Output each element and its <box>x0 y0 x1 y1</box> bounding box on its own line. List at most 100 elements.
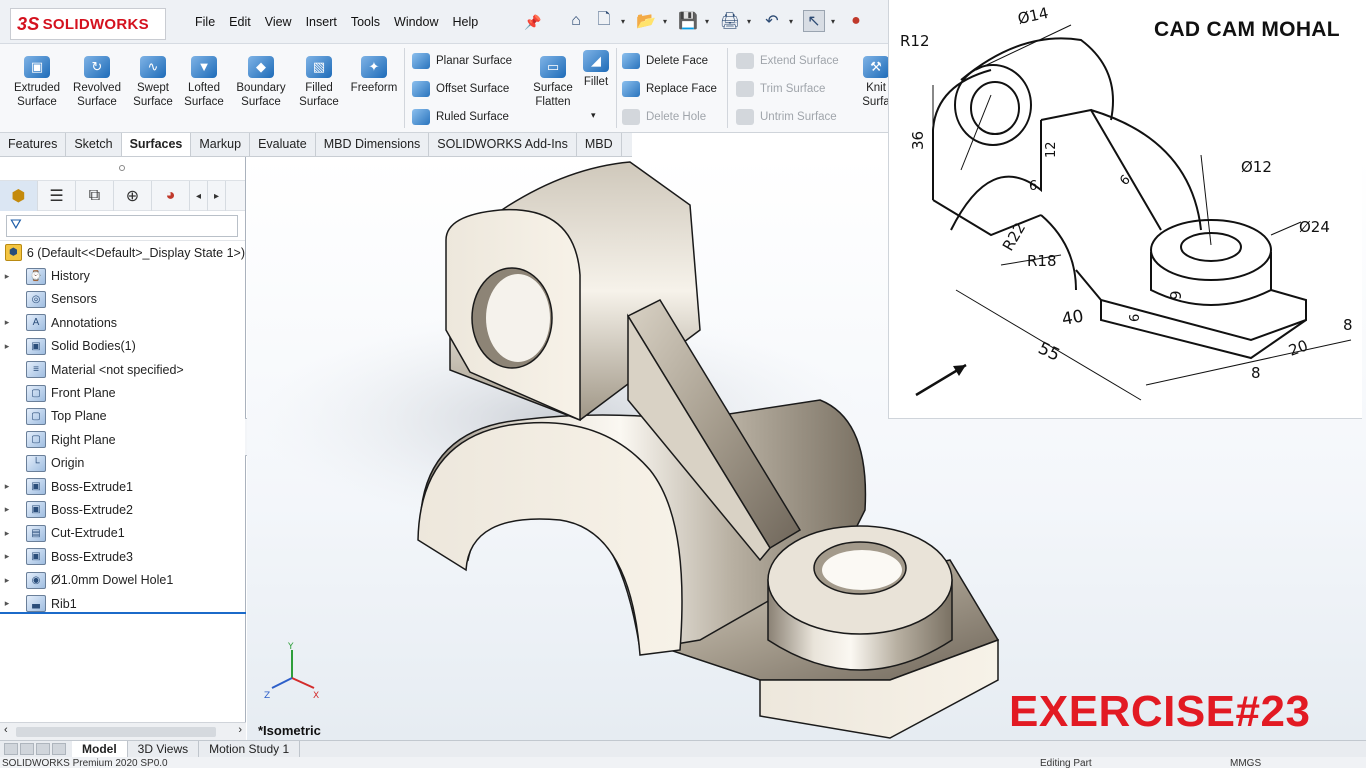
undo-icon[interactable]: ↶ <box>761 10 783 32</box>
reference-triad[interactable]: Y X Z <box>264 640 328 704</box>
fillet-button[interactable]: ◢ Fillet <box>572 50 620 89</box>
tab-surfaces[interactable]: Surfaces <box>121 133 192 156</box>
tree-item-top-plane[interactable]: ▢ Top Plane <box>0 405 245 428</box>
last-tab-icon[interactable] <box>52 743 66 755</box>
menu-view[interactable]: View <box>258 15 299 29</box>
panel-divider <box>0 612 246 614</box>
chevron-down-icon[interactable]: ▾ <box>621 17 629 26</box>
extend-surface-button[interactable]: Extend Surface <box>736 53 839 69</box>
menu-edit[interactable]: Edit <box>222 15 258 29</box>
replace-face-button[interactable]: Replace Face <box>622 81 717 97</box>
menu-help[interactable]: Help <box>446 15 486 29</box>
expand-arrow-icon[interactable]: ▸ <box>0 317 14 328</box>
scroll-right-icon[interactable]: › <box>238 724 242 736</box>
expand-arrow-icon[interactable]: ▸ <box>0 598 14 609</box>
status-units[interactable]: MMGS <box>1230 758 1261 768</box>
tree-item-label: Sensors <box>51 292 97 307</box>
filled-surface-button[interactable]: ▧ Filled Surface <box>290 56 348 109</box>
filter-input[interactable]: ⛛ <box>6 215 238 237</box>
chevron-down-icon[interactable]: ▾ <box>663 17 671 26</box>
tree-item-boss-extrude1[interactable]: ▸ ▣ Boss-Extrude1 <box>0 475 245 498</box>
expand-arrow-icon[interactable]: ▸ <box>0 504 14 515</box>
extruded-surface-button[interactable]: ▣ Extruded Surface <box>8 56 66 109</box>
tab-evaluate[interactable]: Evaluate <box>250 133 316 156</box>
tab-mbd[interactable]: MBD <box>577 133 622 156</box>
freeform-button[interactable]: ✦ Freeform <box>345 56 403 95</box>
tree-item-origin[interactable]: └ Origin <box>0 452 245 475</box>
tree-item-label: Ø1.0mm Dowel Hole1 <box>51 573 174 588</box>
tree-item-solid-bodies-1[interactable]: ▸ ▣ Solid Bodies(1) <box>0 335 245 358</box>
first-tab-icon[interactable] <box>4 743 18 755</box>
open-folder-icon[interactable]: 📂 <box>635 10 657 32</box>
configuration-manager-tab-icon[interactable]: ⧉ <box>76 181 114 211</box>
tree-item-annotations[interactable]: ▸ A Annotations <box>0 311 245 334</box>
tree-item-label: Solid Bodies(1) <box>51 339 136 354</box>
swept-surface-button[interactable]: ∿ Swept Surface <box>124 56 182 109</box>
tree-item-cut-extrude1[interactable]: ▸ ▤ Cut-Extrude1 <box>0 522 245 545</box>
property-manager-tab-icon[interactable]: ☰ <box>38 181 76 211</box>
next-tab-icon[interactable] <box>36 743 50 755</box>
select-arrow-icon[interactable]: ↖ <box>803 10 825 32</box>
pin-icon[interactable]: 📌 <box>524 14 541 31</box>
menu-file[interactable]: File <box>188 15 222 29</box>
tab-features[interactable]: Features <box>0 133 67 156</box>
tree-root-part[interactable]: ⬢ 6 (Default<<Default>_Display State 1>) <box>0 241 245 264</box>
chevron-down-icon[interactable]: ▾ <box>705 17 713 26</box>
feature-filter: ⛛ <box>0 211 245 241</box>
menu-window[interactable]: Window <box>387 15 445 29</box>
tab-mbd-dimensions[interactable]: MBD Dimensions <box>316 133 430 156</box>
scrollbar-thumb[interactable] <box>16 727 216 737</box>
untrim-surface-button[interactable]: Untrim Surface <box>736 109 837 125</box>
tree-item-material-not-specified[interactable]: ≡ Material <not specified> <box>0 358 245 381</box>
fillet-chevron-down-icon[interactable]: ▾ <box>591 110 596 121</box>
solidworks-logo[interactable]: 3S SOLIDWORKS <box>10 8 166 40</box>
horizontal-scrollbar[interactable]: ‹ › <box>0 722 246 740</box>
display-manager-tab-icon[interactable]: ◕ <box>152 181 190 211</box>
menu-insert[interactable]: Insert <box>299 15 344 29</box>
save-icon[interactable]: 💾 <box>677 10 699 32</box>
lofted-surface-button[interactable]: ▼ Lofted Surface <box>175 56 233 109</box>
chevron-down-icon[interactable]: ▾ <box>789 17 797 26</box>
trim-surface-button[interactable]: Trim Surface <box>736 81 825 97</box>
tab-motion-study-1[interactable]: Motion Study 1 <box>199 741 301 757</box>
expand-arrow-icon[interactable]: ▸ <box>0 528 14 539</box>
feature-manager-tab-icon[interactable]: ⬢ <box>0 181 38 211</box>
expand-arrow-icon[interactable]: ▸ <box>0 481 14 492</box>
expand-arrow-icon[interactable]: ▸ <box>0 551 14 562</box>
traffic-light-icon[interactable]: ● <box>845 10 867 32</box>
new-document-icon[interactable]: 🗋 <box>593 10 615 32</box>
tab-markup[interactable]: Markup <box>191 133 251 156</box>
tab-3d-views[interactable]: 3D Views <box>128 741 200 757</box>
tabs-scroll-right-icon[interactable]: ▸ <box>208 181 226 211</box>
menu-tools[interactable]: Tools <box>344 15 387 29</box>
tree-item-front-plane[interactable]: ▢ Front Plane <box>0 381 245 404</box>
tab-model[interactable]: Model <box>72 741 128 757</box>
expand-arrow-icon[interactable]: ▸ <box>0 271 14 282</box>
tabs-scroll-left-icon[interactable]: ◂ <box>190 181 208 211</box>
ruled-surface-button[interactable]: Ruled Surface <box>412 109 509 125</box>
tree-item-boss-extrude3[interactable]: ▸ ▣ Boss-Extrude3 <box>0 545 245 568</box>
tree-item-boss-extrude2[interactable]: ▸ ▣ Boss-Extrude2 <box>0 498 245 521</box>
chevron-down-icon[interactable]: ▾ <box>831 17 839 26</box>
panel-grip-icon[interactable] <box>119 165 125 171</box>
offset-surface-button[interactable]: Offset Surface <box>412 81 509 97</box>
scroll-left-icon[interactable]: ‹ <box>4 724 8 736</box>
tab-sketch[interactable]: Sketch <box>66 133 122 156</box>
tree-item-sensors[interactable]: ◎ Sensors <box>0 288 245 311</box>
print-icon[interactable]: 🖨 <box>719 10 741 32</box>
tree-item-right-plane[interactable]: ▢ Right Plane <box>0 428 245 451</box>
tree-item-history[interactable]: ▸ ⌚ History <box>0 264 245 287</box>
chevron-down-icon[interactable]: ▾ <box>747 17 755 26</box>
boundary-surface-button[interactable]: ◆ Boundary Surface <box>232 56 290 109</box>
delete-hole-button[interactable]: Delete Hole <box>622 109 706 125</box>
prev-tab-icon[interactable] <box>20 743 34 755</box>
expand-arrow-icon[interactable]: ▸ <box>0 575 14 586</box>
revolved-surface-button[interactable]: ↻ Revolved Surface <box>68 56 126 109</box>
home-icon[interactable]: ⌂ <box>565 10 587 32</box>
tab-solidworks-add-ins[interactable]: SOLIDWORKS Add-Ins <box>429 133 577 156</box>
tree-item-1-0mm-dowel-hole1[interactable]: ▸ ◉ Ø1.0mm Dowel Hole1 <box>0 568 245 591</box>
dimxpert-manager-tab-icon[interactable]: ⊕ <box>114 181 152 211</box>
delete-face-button[interactable]: Delete Face <box>622 53 708 69</box>
expand-arrow-icon[interactable]: ▸ <box>0 341 14 352</box>
planar-surface-button[interactable]: Planar Surface <box>412 53 512 69</box>
